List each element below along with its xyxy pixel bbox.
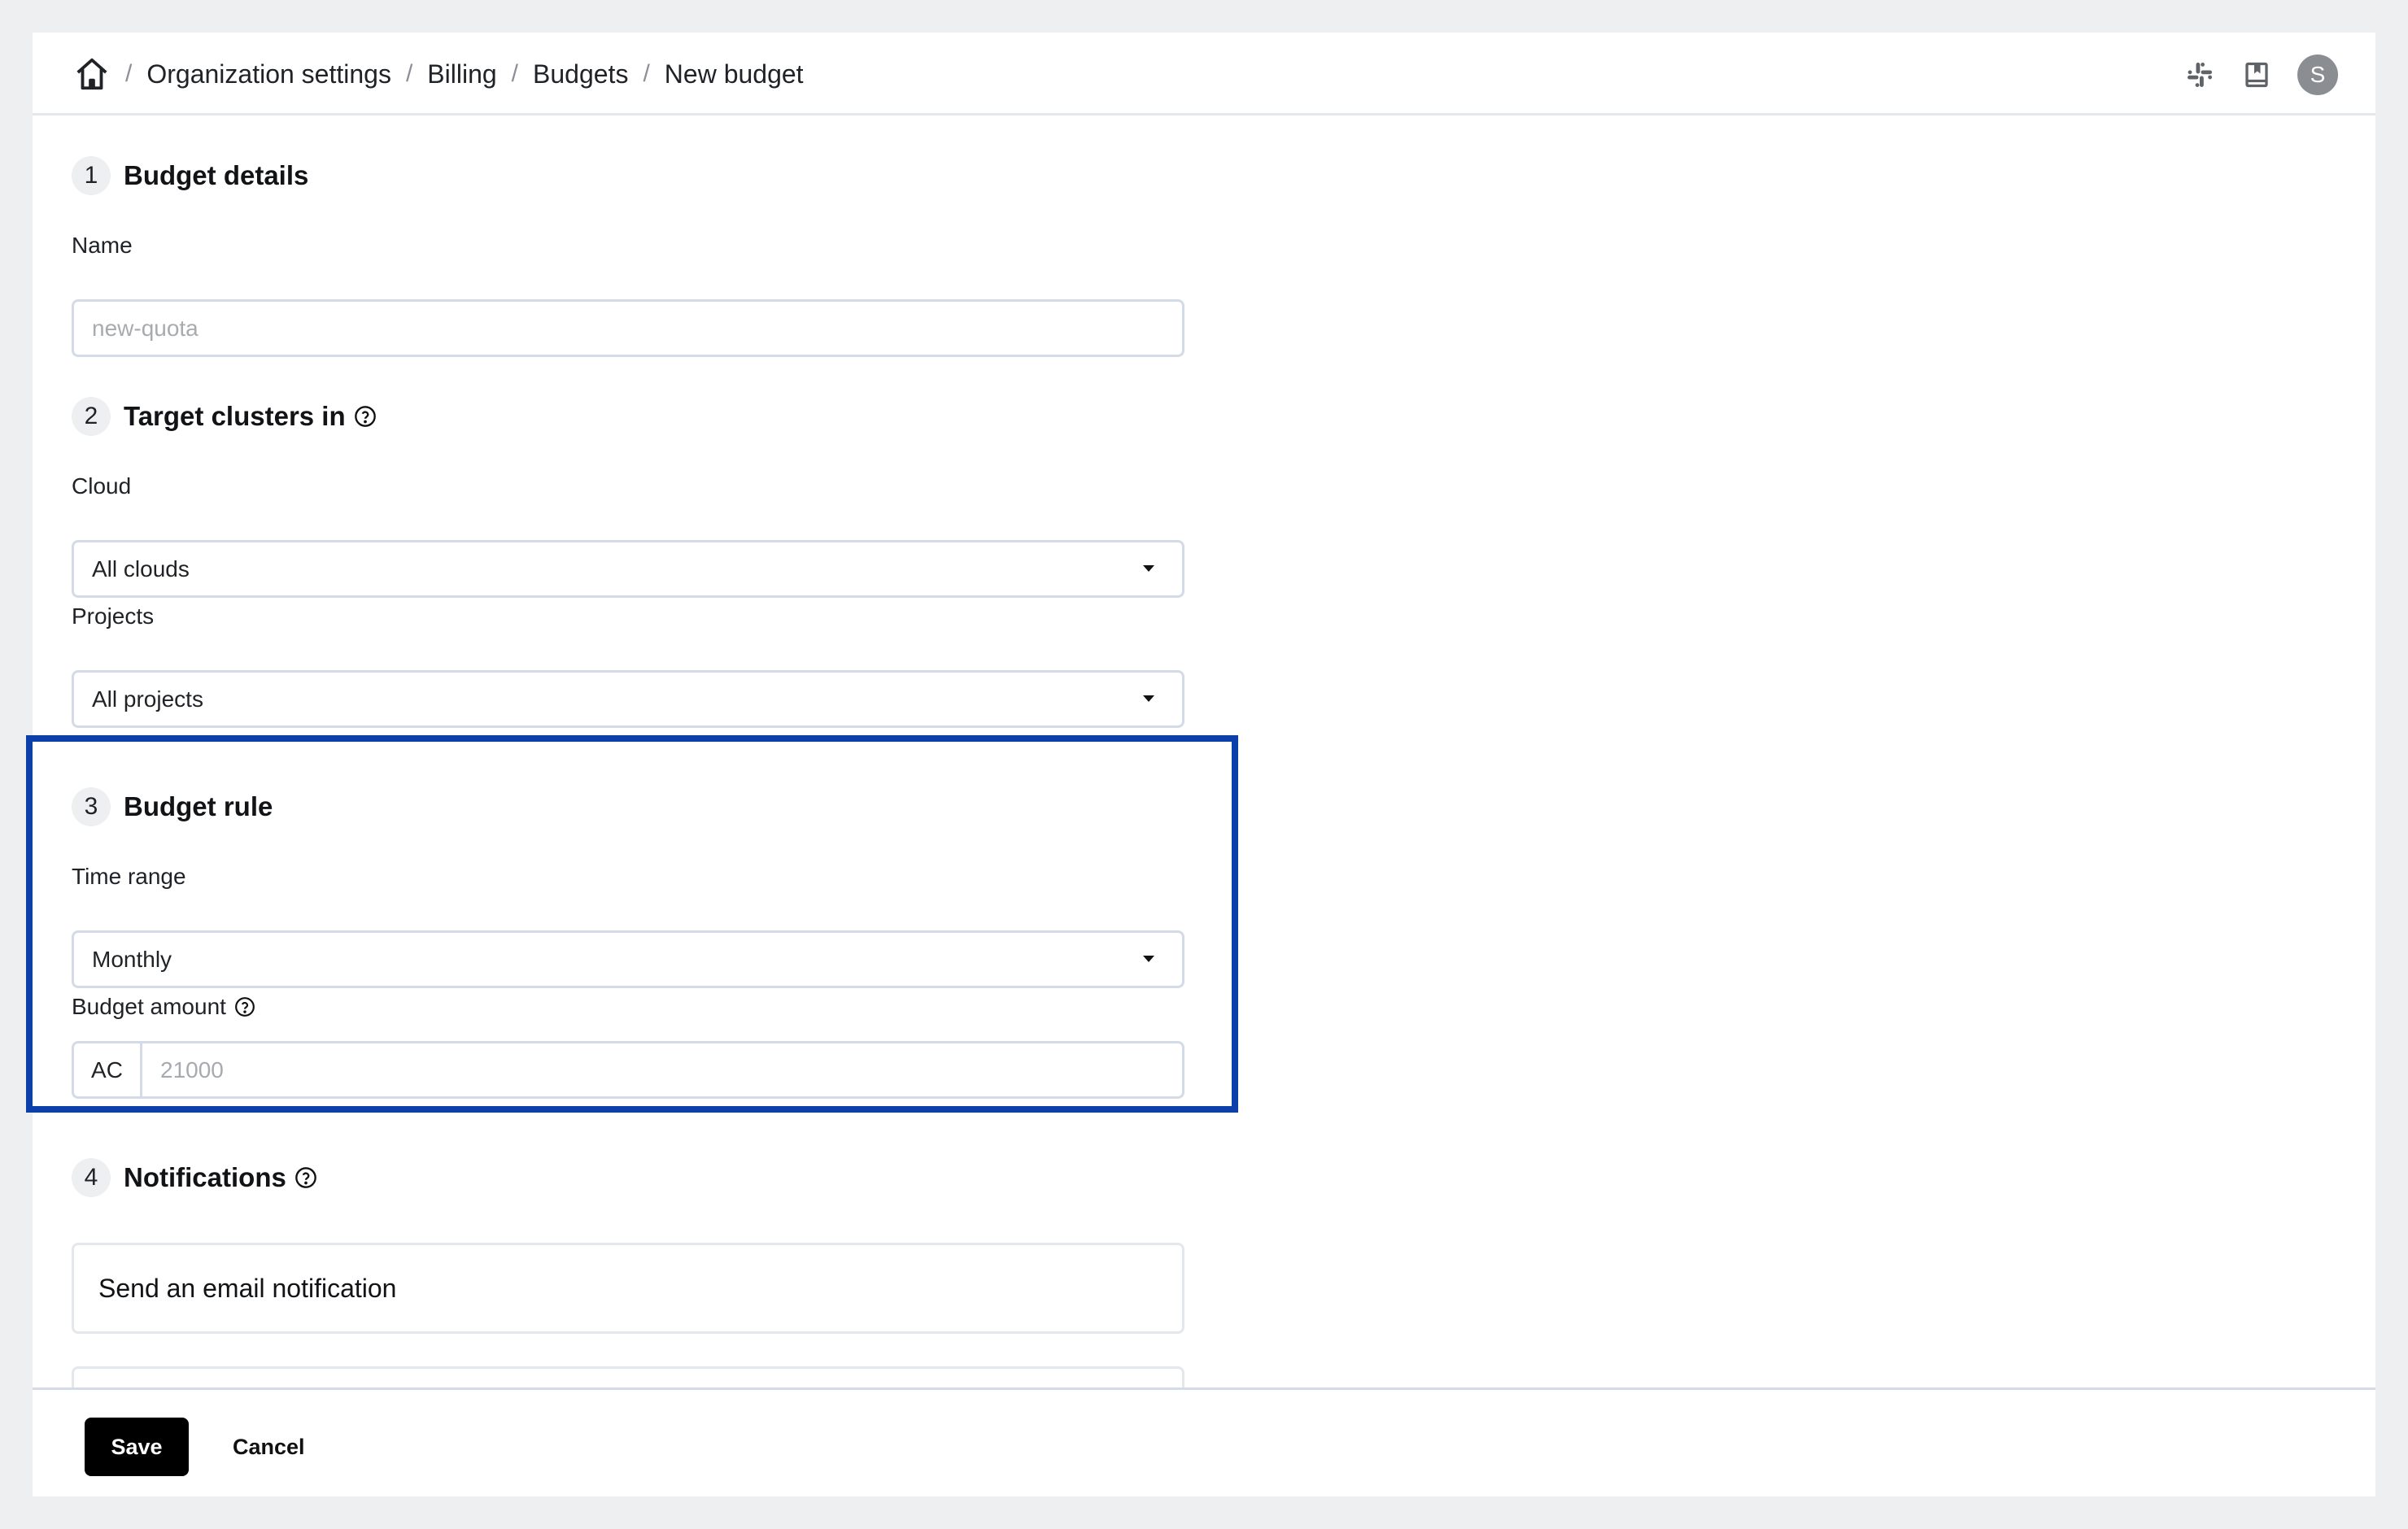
cloud-select-value: All clouds (92, 555, 190, 582)
name-label: Name (72, 233, 133, 258)
section-title: Budget rule (124, 791, 273, 821)
budget-amount-label: Budget amount (72, 994, 255, 1020)
help-icon[interactable] (294, 1166, 317, 1189)
step-number: 2 (72, 397, 111, 436)
time-range-select-value: Monthly (92, 946, 172, 972)
section-budget-details-header: 1 Budget details (72, 156, 308, 195)
page-panel: / Organization settings / Billing / Budg… (33, 33, 2375, 1496)
currency-prefix: AC (74, 1043, 142, 1096)
projects-select[interactable]: All projects (72, 670, 1184, 728)
chevron-down-icon (1143, 956, 1154, 962)
section-budget-rule-header: 3 Budget rule (72, 787, 273, 826)
budget-amount-input[interactable]: AC 21000 (72, 1041, 1184, 1099)
save-button[interactable]: Save (85, 1418, 189, 1476)
form-footer: Save Cancel (33, 1387, 2375, 1496)
section-title: Budget details (124, 160, 309, 190)
help-icon[interactable] (234, 996, 255, 1017)
email-notification-option[interactable]: Send an email notification (72, 1243, 1184, 1334)
chevron-down-icon (1143, 565, 1154, 572)
section-title: Notifications (124, 1162, 286, 1192)
section-notifications-header: 4 Notifications (72, 1158, 317, 1197)
time-range-label: Time range (72, 864, 186, 889)
budget-amount-placeholder: 21000 (160, 1056, 224, 1082)
name-input-placeholder: new-quota (92, 315, 198, 341)
time-range-select[interactable]: Monthly (72, 930, 1184, 988)
step-number: 4 (72, 1158, 111, 1197)
step-number: 1 (72, 156, 111, 195)
cloud-select[interactable]: All clouds (72, 540, 1184, 598)
projects-label: Projects (72, 603, 155, 629)
cancel-button[interactable]: Cancel (203, 1418, 334, 1476)
projects-select-value: All projects (92, 686, 203, 712)
form-scroll-area: 1 Budget details Name new-quota 2 Target… (33, 33, 2375, 1387)
webhook-option[interactable]: Trigger a webhook (72, 1366, 1184, 1387)
cloud-label: Cloud (72, 473, 132, 499)
chevron-down-icon (1143, 695, 1154, 702)
help-icon[interactable] (354, 405, 377, 428)
section-title: Target clusters in (124, 401, 346, 431)
step-number: 3 (72, 787, 111, 826)
section-target-clusters-header: 2 Target clusters in (72, 397, 377, 436)
budget-amount-label-text: Budget amount (72, 994, 226, 1019)
name-input[interactable]: new-quota (72, 299, 1184, 357)
